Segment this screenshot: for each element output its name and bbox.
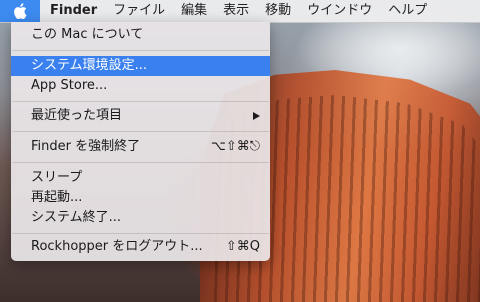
- menu-view[interactable]: 表示: [215, 0, 257, 22]
- menu-bar: Finder ファイル 編集 表示 移動 ウインドウ ヘルプ: [0, 0, 480, 23]
- menu-item-app-store[interactable]: App Store...: [11, 76, 270, 96]
- keyboard-shortcut: ⇧⌘Q: [225, 239, 260, 254]
- menu-item-recent-items[interactable]: 最近使った項目: [11, 106, 270, 126]
- submenu-arrow-icon: [253, 112, 260, 120]
- menu-item-label: システム環境設定...: [31, 58, 148, 73]
- menu-edit[interactable]: 編集: [173, 0, 215, 22]
- menu-separator: [12, 131, 269, 132]
- menu-go[interactable]: 移動: [257, 0, 299, 22]
- menu-item-system-preferences[interactable]: システム環境設定...: [11, 56, 270, 76]
- menu-item-restart[interactable]: 再起動...: [11, 188, 270, 208]
- menu-item-label: システム終了...: [31, 210, 122, 225]
- apple-menu-button[interactable]: [0, 0, 40, 22]
- menu-item-label: App Store...: [31, 78, 108, 93]
- menu-separator: [12, 50, 269, 51]
- menu-item-label: 再起動...: [31, 190, 83, 205]
- menu-item-force-quit[interactable]: Finder を強制終了 ⌥⇧⌘⎋: [11, 137, 270, 157]
- menu-item-label: スリープ: [31, 170, 83, 185]
- keyboard-shortcut: ⌥⇧⌘⎋: [210, 139, 260, 154]
- menu-separator: [12, 162, 269, 163]
- menu-separator: [12, 233, 269, 234]
- menu-item-logout[interactable]: Rockhopper をログアウト... ⇧⌘Q: [11, 237, 270, 257]
- menu-help[interactable]: ヘルプ: [380, 0, 435, 22]
- menu-item-label: Rockhopper をログアウト...: [31, 239, 203, 254]
- menu-item-shutdown[interactable]: システム終了...: [11, 208, 270, 228]
- menu-item-label: 最近使った項目: [31, 108, 123, 123]
- menu-separator: [12, 101, 269, 102]
- menu-item-sleep[interactable]: スリープ: [11, 168, 270, 188]
- menu-item-about[interactable]: この Mac について: [11, 25, 270, 45]
- apple-dropdown-menu: この Mac について システム環境設定... App Store... 最近使…: [11, 22, 270, 261]
- menu-item-label: この Mac について: [31, 27, 144, 42]
- menu-item-label: Finder を強制終了: [31, 139, 141, 154]
- menu-file[interactable]: ファイル: [105, 0, 173, 22]
- menu-finder[interactable]: Finder: [40, 0, 105, 22]
- apple-icon: [14, 3, 27, 19]
- menu-window[interactable]: ウインドウ: [299, 0, 380, 22]
